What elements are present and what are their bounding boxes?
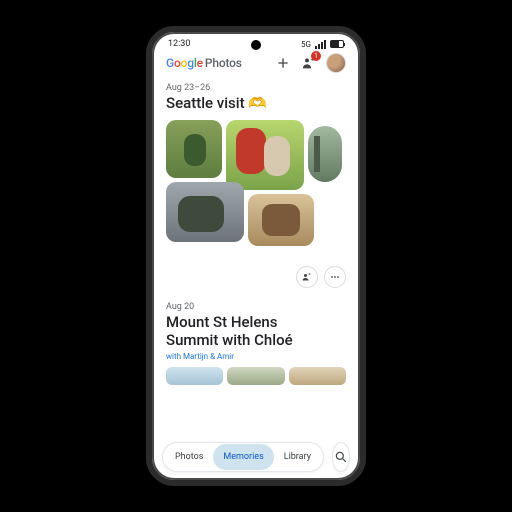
person-add-icon — [301, 271, 313, 283]
more-options-button[interactable] — [324, 266, 346, 288]
photo-tile[interactable] — [227, 367, 284, 385]
memory-title-line: Summit with Chloé — [166, 331, 293, 349]
photo-tile[interactable] — [289, 367, 346, 385]
photo-collage-peek[interactable] — [166, 367, 346, 385]
photo-tile[interactable] — [166, 182, 244, 242]
sharing-button[interactable]: 1 — [300, 54, 318, 72]
notification-badge: 1 — [311, 51, 321, 61]
photo-tile[interactable] — [308, 126, 342, 182]
phone-frame: 12:30 5G GooglePhotos 1 Aug 23–26 Seattl… — [146, 26, 366, 486]
front-camera — [251, 40, 261, 50]
plus-icon — [275, 55, 291, 71]
nav-memories[interactable]: Memories — [213, 444, 273, 470]
search-button[interactable] — [332, 442, 350, 472]
nav-library[interactable]: Library — [274, 444, 321, 470]
battery-icon — [330, 40, 344, 48]
memory-with-people[interactable]: with Martijn & Amir — [166, 352, 346, 361]
share-memory-button[interactable] — [296, 266, 318, 288]
nav-photos[interactable]: Photos — [165, 444, 213, 470]
app-bar: GooglePhotos 1 — [152, 51, 360, 79]
google-photos-logo[interactable]: GooglePhotos — [166, 56, 242, 70]
add-button[interactable] — [274, 54, 292, 72]
memory-title[interactable]: Mount St Helens Summit with Chloé — [166, 313, 346, 349]
memory-date: Aug 23–26 — [166, 83, 346, 93]
status-network-label: 5G — [301, 40, 311, 49]
status-time: 12:30 — [168, 39, 190, 49]
photo-tile[interactable] — [226, 120, 304, 190]
bottom-nav: Photos Memories Library — [152, 442, 360, 472]
photo-tile[interactable] — [166, 367, 223, 385]
photo-tile[interactable] — [166, 120, 222, 178]
photo-collage[interactable] — [166, 120, 346, 260]
memory-date: Aug 20 — [166, 302, 346, 312]
memories-feed[interactable]: Aug 23–26 Seattle visit 🫶 Aug 20 Mount S… — [152, 83, 360, 439]
account-avatar[interactable] — [326, 53, 346, 73]
photo-tile[interactable] — [248, 194, 314, 246]
more-horizontal-icon — [329, 271, 341, 283]
memory-title[interactable]: Seattle visit 🫶 — [166, 94, 346, 112]
search-icon — [334, 450, 348, 464]
memory-title-line: Mount St Helens — [166, 313, 277, 331]
signal-icon — [315, 40, 326, 49]
